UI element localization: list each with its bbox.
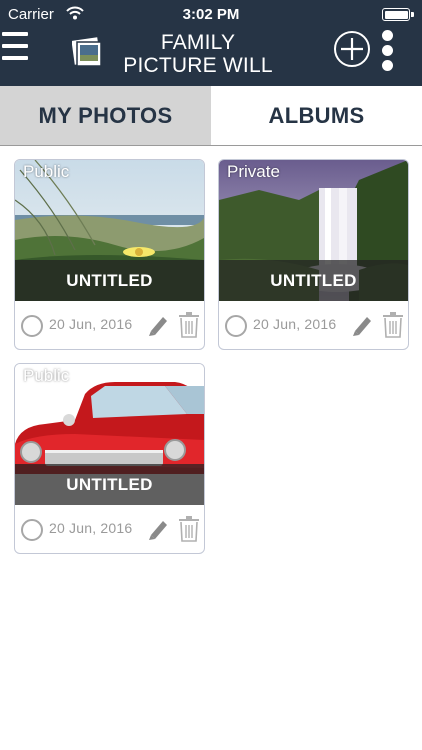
status-bar: Carrier 3:02 PM	[0, 0, 422, 30]
add-icon[interactable]	[333, 30, 371, 68]
privacy-label: Public	[23, 366, 70, 385]
album-card[interactable]: Private UNTITLED 20 Jun, 2016	[218, 159, 409, 350]
trash-icon[interactable]	[179, 312, 199, 338]
pencil-icon[interactable]	[147, 517, 169, 541]
app-title-line1: FAMILY	[160, 31, 236, 54]
album-name: UNTITLED	[15, 464, 204, 505]
tab-albums[interactable]: ALBUMS	[211, 86, 422, 145]
tab-bar: MY PHOTOS ALBUMS	[0, 86, 422, 146]
album-footer: 20 Jun, 2016	[219, 301, 408, 349]
menu-icon[interactable]	[2, 32, 30, 68]
album-date: 20 Jun, 2016	[253, 316, 337, 332]
album-footer: 20 Jun, 2016	[15, 505, 204, 553]
battery-icon	[382, 8, 414, 21]
trash-icon[interactable]	[179, 516, 199, 542]
album-name: UNTITLED	[219, 260, 408, 301]
pencil-icon[interactable]	[147, 313, 169, 337]
app-title-line2: PICTURE WILL	[123, 54, 273, 77]
nav-bar: FAMILY PICTURE WILL	[0, 30, 422, 86]
more-icon[interactable]	[380, 30, 394, 72]
album-date: 20 Jun, 2016	[49, 520, 133, 536]
app-title: FAMILY PICTURE WILL	[112, 31, 284, 77]
album-footer: 20 Jun, 2016	[15, 301, 204, 349]
status-time: 3:02 PM	[182, 6, 240, 23]
album-card[interactable]: Public UNTITLED 20 Jun, 2016	[14, 363, 205, 554]
select-circle-icon[interactable]	[225, 315, 247, 337]
app: Carrier 3:02 PM FAMILY PICTURE WILL MY P…	[0, 0, 422, 750]
album-name: UNTITLED	[15, 260, 204, 301]
select-circle-icon[interactable]	[21, 315, 43, 337]
select-circle-icon[interactable]	[21, 519, 43, 541]
album-date: 20 Jun, 2016	[49, 316, 133, 332]
trash-icon[interactable]	[383, 312, 403, 338]
pencil-icon[interactable]	[351, 313, 373, 337]
album-card[interactable]: Public UNTITLED 20 Jun, 2016	[14, 159, 205, 350]
privacy-label: Public	[23, 162, 70, 181]
photo-logo-icon	[72, 37, 102, 67]
privacy-label: Private	[227, 162, 280, 181]
tab-my-photos[interactable]: MY PHOTOS	[0, 86, 211, 145]
